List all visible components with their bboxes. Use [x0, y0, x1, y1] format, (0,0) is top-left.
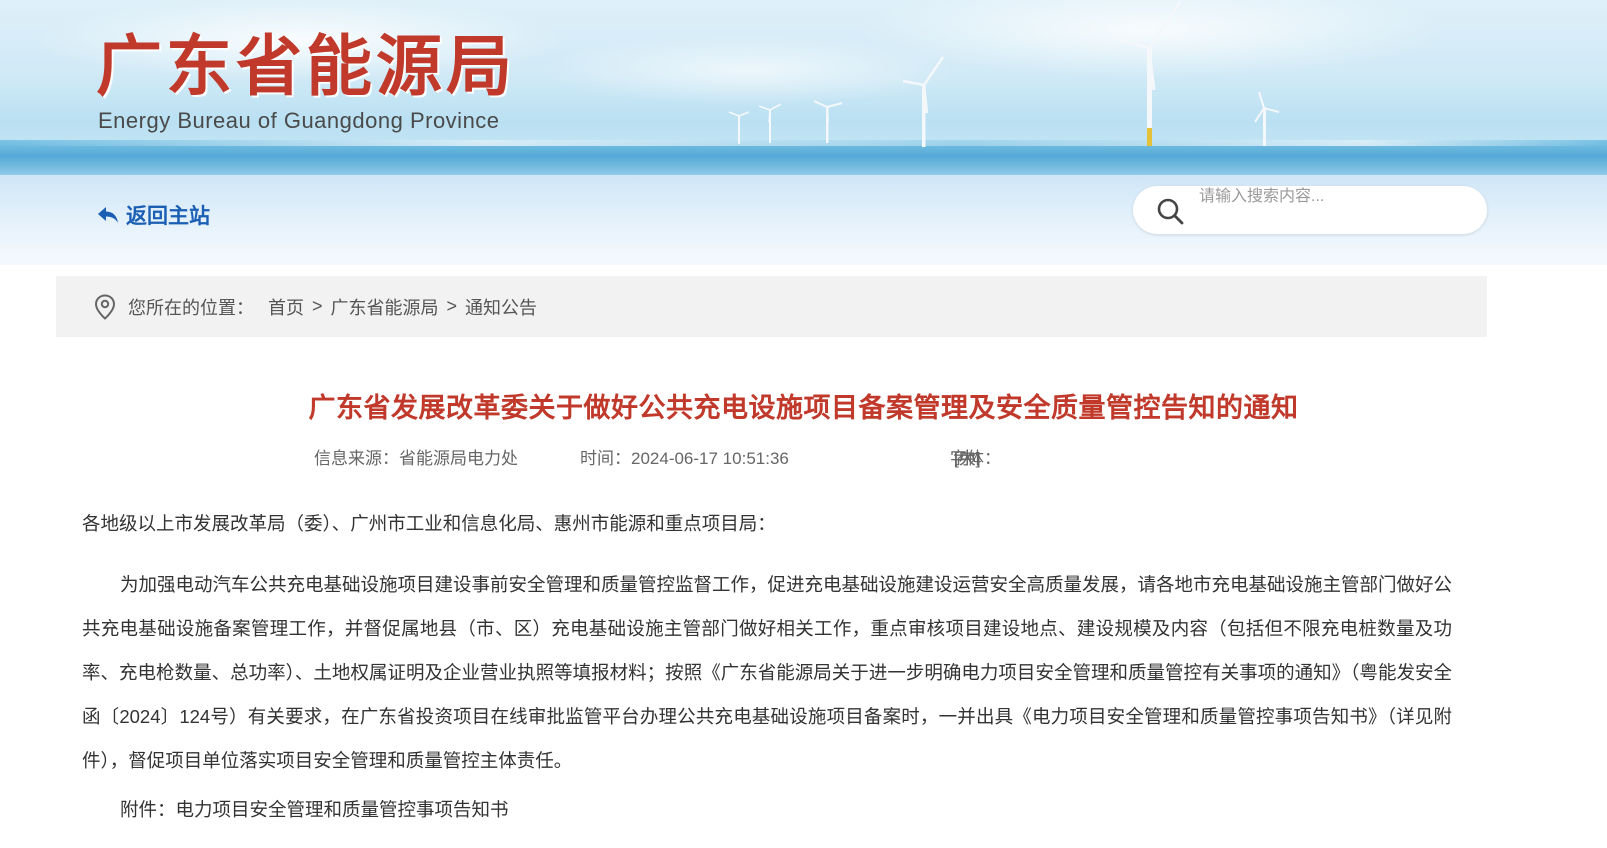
wind-turbine-icon	[813, 100, 843, 143]
wind-turbine-icon	[758, 103, 782, 143]
wind-turbine-icon	[728, 111, 750, 144]
breadcrumb-label: 您所在的位置：	[128, 297, 254, 318]
article-source: 信息来源：省能源局电力处	[314, 449, 518, 468]
breadcrumb-separator: >	[446, 296, 458, 316]
site-logo-cn: 广东省能源局	[96, 27, 516, 105]
article-meta: 信息来源：省能源局电力处 时间：2024-06-17 10:51:36 字体：[…	[0, 444, 1607, 468]
article-attachment: 附件：电力项目安全管理和质量管控事项告知书	[120, 799, 509, 820]
breadcrumb: 您所在的位置： 首页 > 广东省能源局 > 通知公告	[56, 276, 1487, 337]
article-paragraph: 为加强电动汽车公共充电基础设施项目建设事前安全管理和质量管控监督工作，促进充电基…	[82, 574, 1453, 771]
font-size-small-button[interactable]: [小]	[954, 444, 980, 469]
banner-sea-shine	[0, 140, 1607, 146]
header-banner: 广东省能源局 Energy Bureau of Guangdong Provin…	[0, 0, 1607, 175]
article-title: 广东省发展改革委关于做好公共充电设施项目备案管理及安全质量管控告知的通知	[308, 393, 1299, 423]
breadcrumb-home[interactable]: 首页	[268, 294, 304, 320]
back-link-label: 返回主站	[126, 205, 210, 228]
article-time: 时间：2024-06-17 10:51:36	[580, 449, 789, 468]
back-arrow-icon	[98, 207, 118, 223]
search-icon[interactable]	[1155, 196, 1185, 226]
article-salutation: 各地级以上市发展改革局（委）、广州市工业和信息化局、惠州市能源和重点项目局：	[82, 513, 776, 534]
wind-turbine-icon	[902, 56, 945, 147]
wind-turbine-icon	[1119, 1, 1182, 146]
site-logo-en: Energy Bureau of Guangdong Province	[98, 108, 500, 133]
location-pin-icon	[94, 293, 116, 320]
back-to-main-site-link[interactable]: 返回主站	[96, 200, 210, 230]
breadcrumb-notices[interactable]: 通知公告	[465, 294, 537, 320]
breadcrumb-separator: >	[312, 296, 323, 316]
search-box[interactable]	[1133, 186, 1487, 234]
wind-turbine-icon	[1254, 91, 1280, 146]
search-input[interactable]	[1199, 186, 1469, 208]
breadcrumb-energy-bureau[interactable]: 广东省能源局	[331, 294, 439, 320]
